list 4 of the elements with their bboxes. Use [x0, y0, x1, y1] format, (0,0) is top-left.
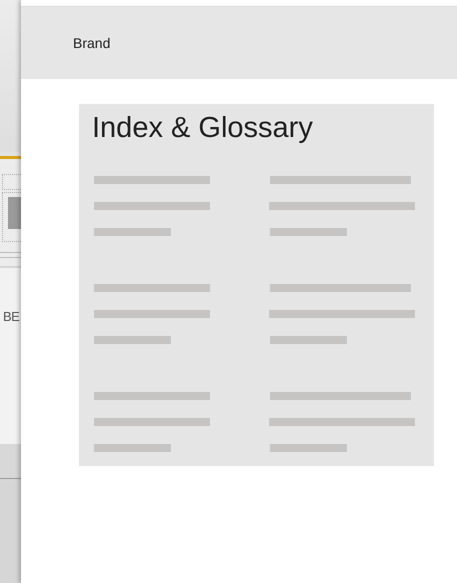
card-title: Index & Glossary	[92, 111, 314, 146]
image-block	[8, 197, 21, 229]
brand-label[interactable]: Brand	[73, 35, 110, 51]
page-label: BE	[3, 309, 20, 324]
